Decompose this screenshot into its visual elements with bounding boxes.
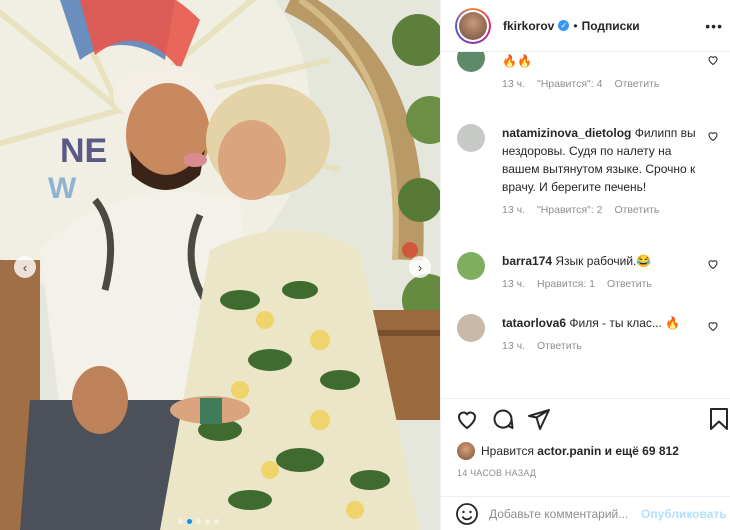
chevron-right-icon[interactable]: ›: [409, 256, 431, 278]
bookmark-icon[interactable]: [707, 407, 730, 431]
comment-item: natamizinova_dietolog Филипп вы нездоров…: [457, 124, 719, 216]
comment-time[interactable]: 13 ч.: [502, 78, 525, 90]
emoji-icon[interactable]: [455, 502, 479, 526]
comment-meta: 13 ч. Ответить: [502, 340, 719, 352]
comment-meta: 13 ч. "Нравится": 4 Ответить: [502, 78, 719, 90]
reply-button[interactable]: Ответить: [614, 204, 659, 216]
following-button[interactable]: Подписки: [582, 19, 640, 33]
commenter-avatar[interactable]: [457, 252, 485, 280]
share-icon[interactable]: [527, 407, 551, 431]
comment-text: 🔥🔥: [502, 54, 532, 68]
commenter-username[interactable]: barra174: [502, 254, 552, 268]
sign-text-1: NE: [60, 132, 107, 170]
comment-heart-icon[interactable]: [707, 258, 719, 270]
carousel-dot: [214, 519, 219, 524]
comment-item: 🔥🔥 13 ч. "Нравится": 4 Ответить: [457, 52, 719, 90]
comment-likes[interactable]: Нравится: 1: [537, 278, 595, 290]
post-timestamp[interactable]: 14 ЧАСОВ НАЗАД: [457, 468, 536, 478]
carousel-dot-active: [187, 519, 192, 524]
more-horizontal-icon[interactable]: •••: [705, 18, 723, 34]
comment-time[interactable]: 13 ч.: [502, 340, 525, 352]
comment-input[interactable]: [489, 506, 639, 521]
comment-text-block: tataorlova6 Филя - ты клас... 🔥: [502, 314, 707, 332]
comment-meta: 13 ч. "Нравится": 2 Ответить: [502, 204, 719, 216]
comment-item: tataorlova6 Филя - ты клас... 🔥 13 ч. От…: [457, 314, 719, 352]
commenter-avatar[interactable]: [457, 314, 485, 342]
comment-time[interactable]: 13 ч.: [502, 204, 525, 216]
comment-likes[interactable]: "Нравится": 2: [537, 204, 602, 216]
carousel-dots: [178, 519, 219, 524]
sign-text-2: W: [48, 172, 77, 205]
comment-text-block: natamizinova_dietolog Филипп вы нездоров…: [502, 124, 707, 196]
comment-text-block: 🔥🔥: [502, 52, 707, 70]
header-separator: •: [573, 18, 578, 33]
comment-item: barra174 Язык рабочий.😂 13 ч. Нравится: …: [457, 252, 719, 290]
comment-heart-icon[interactable]: [707, 54, 719, 66]
author-username[interactable]: fkirkorov: [503, 19, 554, 33]
post-side-panel: fkirkorov ✓ • Подписки ••• 🔥🔥 13 ч. "Нра…: [440, 0, 730, 530]
reply-button[interactable]: Ответить: [537, 340, 582, 352]
photo-scene: NE W: [0, 0, 440, 530]
comment-meta: 13 ч. Нравится: 1 Ответить: [502, 278, 719, 290]
commenter-username[interactable]: tataorlova6: [502, 316, 566, 330]
heart-icon[interactable]: [455, 407, 479, 431]
comment-heart-icon[interactable]: [707, 320, 719, 332]
chevron-left-icon[interactable]: ‹: [14, 256, 36, 278]
comment-time[interactable]: 13 ч.: [502, 278, 525, 290]
carousel-dot: [205, 519, 210, 524]
comment-icon[interactable]: [491, 407, 515, 431]
add-comment-bar: Опубликовать: [441, 496, 730, 530]
publish-button[interactable]: Опубликовать: [641, 507, 727, 521]
likes-count[interactable]: и ещё 69 812: [605, 444, 679, 458]
comment-text: Филя - ты клас... 🔥: [569, 316, 681, 330]
carousel-dot: [178, 519, 183, 524]
post-header: fkirkorov ✓ • Подписки •••: [441, 0, 730, 52]
liker-username[interactable]: actor.panin: [537, 444, 601, 458]
likes-summary[interactable]: Нравится actor.panin и ещё 69 812: [457, 442, 679, 460]
post-photo[interactable]: NE W ‹ ›: [0, 0, 440, 530]
carousel-dot: [196, 519, 201, 524]
author-avatar[interactable]: [455, 7, 491, 44]
comments-list[interactable]: 🔥🔥 13 ч. "Нравится": 4 Ответить natamizi…: [441, 52, 730, 392]
likes-prefix: Нравится: [481, 444, 534, 458]
reply-button[interactable]: Ответить: [607, 278, 652, 290]
commenter-avatar[interactable]: [457, 52, 485, 72]
verified-badge-icon: ✓: [558, 20, 570, 31]
commenter-avatar[interactable]: [457, 124, 485, 152]
post-actions-bar: [441, 398, 730, 434]
liker-avatar: [457, 442, 475, 460]
comment-heart-icon[interactable]: [707, 130, 719, 142]
reply-button[interactable]: Ответить: [614, 78, 659, 90]
comment-text-block: barra174 Язык рабочий.😂: [502, 252, 707, 270]
commenter-username[interactable]: natamizinova_dietolog: [502, 126, 631, 140]
comment-text: Язык рабочий.😂: [555, 254, 652, 268]
comment-likes[interactable]: "Нравится": 4: [537, 78, 602, 90]
